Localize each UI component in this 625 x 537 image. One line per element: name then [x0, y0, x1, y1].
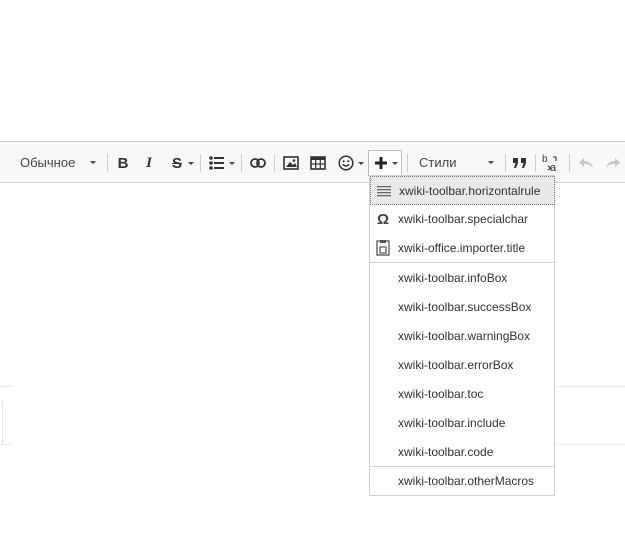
menu-item-infobox[interactable]: xwiki-toolbar.infoBox — [370, 264, 555, 293]
table-button[interactable] — [308, 153, 328, 173]
smiley-icon — [338, 155, 354, 171]
menu-item-label: xwiki-toolbar.successBox — [398, 300, 532, 314]
blockquote-button[interactable] — [510, 153, 530, 173]
menu-group-tools: xwiki-toolbar.horizontalrule Ω xwiki-too… — [369, 175, 555, 263]
chevron-down-icon[interactable] — [188, 162, 194, 165]
language-icon: b a — [542, 154, 557, 173]
chevron-down-icon[interactable] — [229, 162, 235, 165]
menu-item-label: xwiki-toolbar.otherMacros — [398, 474, 535, 488]
menu-group-macros: xwiki-toolbar.infoBox xwiki-toolbar.succ… — [369, 264, 555, 467]
menu-item-label: xwiki-toolbar.warningBox — [398, 329, 531, 343]
format-combo[interactable]: Обычное — [18, 151, 100, 175]
toolbar-separator — [241, 154, 242, 172]
menu-item-label: xwiki-toolbar.errorBox — [398, 358, 514, 372]
styles-combo[interactable]: Стили — [415, 151, 500, 175]
undo-icon — [579, 158, 593, 168]
strikethrough-button[interactable]: S — [168, 152, 186, 174]
link-icon — [250, 158, 266, 168]
chevron-down-icon — [488, 161, 494, 164]
svg-text:b: b — [542, 154, 548, 165]
chevron-down-icon — [392, 162, 398, 165]
menu-item-toc[interactable]: xwiki-toolbar.toc — [370, 380, 555, 409]
image-button[interactable] — [281, 153, 301, 173]
emoji-button[interactable] — [336, 153, 356, 173]
toolbar-separator — [200, 154, 201, 172]
bold-button[interactable]: B — [114, 152, 132, 174]
menu-item-label: xwiki-toolbar.horizontalrule — [399, 184, 541, 198]
menu-item-label: xwiki-toolbar.infoBox — [398, 271, 508, 285]
toolbar-separator — [569, 154, 570, 172]
table-icon — [310, 156, 326, 170]
menu-item-label: xwiki-toolbar.toc — [398, 387, 484, 401]
styles-combo-label: Стили — [419, 155, 457, 170]
toolbar-separator — [107, 154, 108, 172]
field-border — [2, 401, 3, 444]
menu-group-other: xwiki-toolbar.otherMacros — [369, 466, 555, 496]
chevron-down-icon — [90, 161, 96, 164]
toolbar-separator — [505, 154, 506, 172]
editor-divider — [555, 386, 625, 387]
menu-item-office-importer[interactable]: xwiki-office.importer.title — [370, 234, 555, 263]
image-icon — [283, 156, 299, 170]
horizontal-rule-icon — [375, 182, 393, 200]
office-import-icon — [374, 239, 392, 257]
blockquote-icon — [513, 158, 526, 168]
menu-item-label: xwiki-toolbar.include — [398, 416, 506, 430]
menu-item-label: xwiki-toolbar.code — [398, 445, 494, 459]
menu-item-label: xwiki-office.importer.title — [398, 241, 526, 255]
redo-icon — [606, 158, 620, 168]
menu-item-horizontalrule[interactable]: xwiki-toolbar.horizontalrule — [370, 176, 555, 205]
menu-item-specialchar[interactable]: Ω xwiki-toolbar.specialchar — [370, 205, 555, 234]
bulleted-list-button[interactable] — [208, 153, 226, 173]
editor-divider — [0, 444, 12, 445]
toolbar-separator — [407, 154, 408, 172]
menu-item-include[interactable]: xwiki-toolbar.include — [370, 409, 555, 438]
menu-item-errorbox[interactable]: xwiki-toolbar.errorBox — [370, 351, 555, 380]
menu-item-label: xwiki-toolbar.specialchar — [398, 212, 529, 226]
omega-icon: Ω — [376, 210, 390, 228]
menu-item-warningbox[interactable]: xwiki-toolbar.warningBox — [370, 322, 555, 351]
italic-button[interactable]: I — [140, 152, 158, 174]
format-combo-label: Обычное — [20, 155, 76, 170]
menu-item-code[interactable]: xwiki-toolbar.code — [370, 438, 555, 467]
menu-item-othermacros[interactable]: xwiki-toolbar.otherMacros — [370, 467, 555, 496]
menu-item-successbox[interactable]: xwiki-toolbar.successBox — [370, 293, 555, 322]
redo-button[interactable] — [603, 154, 623, 172]
toolbar-separator — [535, 154, 536, 172]
editor-divider — [555, 444, 625, 445]
toolbar-separator — [274, 154, 275, 172]
link-button[interactable] — [248, 153, 268, 173]
chevron-down-icon[interactable] — [358, 162, 364, 165]
undo-button[interactable] — [576, 154, 596, 172]
language-button[interactable]: b a — [540, 151, 562, 175]
plus-icon — [375, 157, 387, 169]
bulleted-list-icon — [209, 156, 224, 170]
insert-button[interactable] — [368, 150, 402, 176]
editor-divider — [0, 386, 12, 387]
